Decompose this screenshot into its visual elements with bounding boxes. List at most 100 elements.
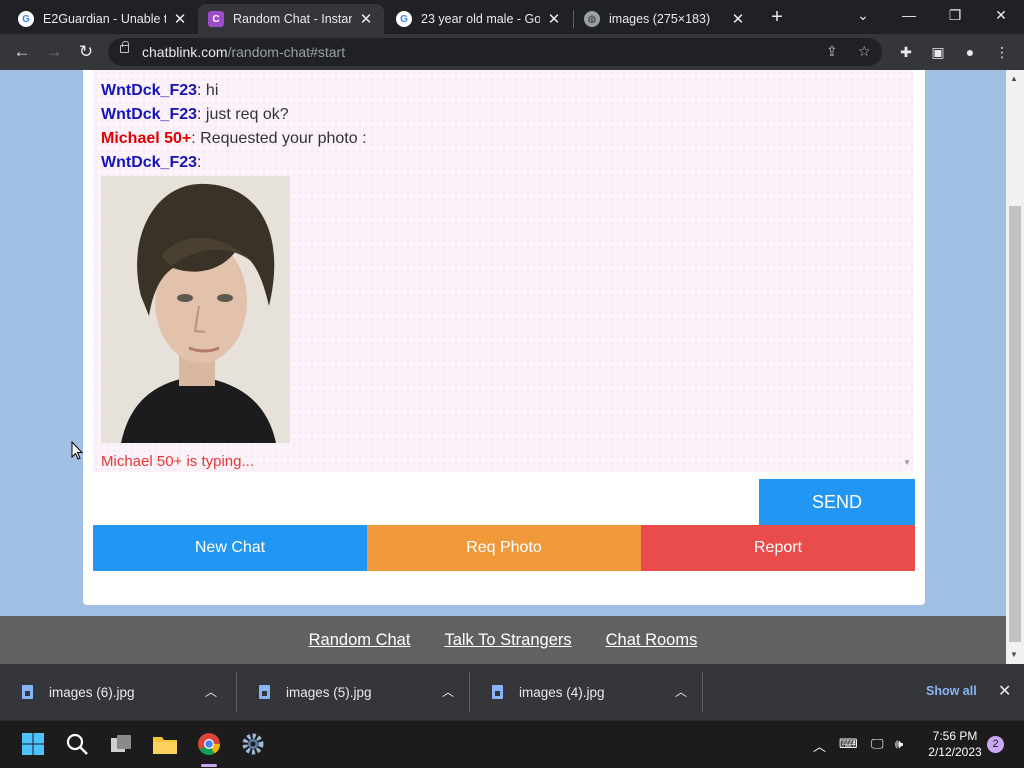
download-filename: images (5).jpg [286,684,372,700]
download-filename: images (4).jpg [519,684,605,700]
footer-link-talk-to-strangers[interactable]: Talk To Strangers [444,631,571,650]
new-tab-button[interactable]: + [766,6,788,28]
close-icon[interactable]: ✕ [172,10,188,28]
chevron-up-icon[interactable]: ︿ [205,683,217,700]
chat-message: Michael 50+: Requested your photo : [101,130,367,148]
task-view-icon[interactable] [105,728,137,760]
mouse-cursor-icon [71,441,83,460]
page-viewport: WntDck_F23: hi WntDck_F23: just req ok? … [0,70,1024,664]
scrollbar-thumb[interactable] [1009,206,1021,642]
message-text: : Requested your photo : [191,130,367,147]
image-file-icon [259,685,270,699]
tab-title: 23 year old male - Goo [421,12,540,26]
tab-title: E2Guardian - Unable to [43,12,166,26]
keyboard-icon[interactable]: ⌨ [839,736,858,752]
lock-icon [120,41,129,53]
notification-badge[interactable]: 2 [987,736,1004,753]
chat-scroll-down-icon[interactable]: ▼ [903,458,911,467]
show-all-downloads-link[interactable]: Show all [926,684,977,698]
clock-date: 2/12/2023 [928,745,982,759]
report-button[interactable]: Report [641,525,915,571]
volume-icon[interactable]: 🕪 [895,736,903,752]
globe-icon: ◍ [584,11,600,27]
search-icon[interactable] [61,728,93,760]
active-app-indicator [201,764,217,767]
footer-link-random-chat[interactable]: Random Chat [309,631,411,650]
download-item[interactable]: images (4).jpg ︿ [470,664,703,720]
tab-title: images (275×183) [609,12,711,26]
back-button[interactable]: ← [10,40,34,64]
image-file-icon [22,685,33,699]
footer-link-chat-rooms[interactable]: Chat Rooms [606,631,698,650]
scroll-down-icon[interactable]: ▼ [1010,650,1018,659]
message-nick[interactable]: WntDck_F23 [101,154,197,171]
chevron-up-icon[interactable]: ︿ [813,736,826,755]
close-window-button[interactable]: ✕ [978,0,1024,30]
system-clock[interactable]: 7:56 PM 2/12/2023 [924,728,986,760]
clock-time: 7:56 PM [932,729,978,743]
url-text: chatblink.com/random-chat#start [142,44,345,60]
chrome-icon[interactable] [193,728,225,760]
site-footer: Random Chat Talk To Strangers Chat Rooms [0,616,1006,664]
message-nick[interactable]: WntDck_F23 [101,82,197,99]
forward-button[interactable]: → [42,40,66,64]
message-text: : just req ok? [197,106,289,123]
download-item[interactable]: images (5).jpg ︿ [237,664,470,720]
windows-taskbar: ︿ ⌨ 🖵 🕪 7:56 PM 2/12/2023 2 [0,720,1024,768]
reload-button[interactable]: ↻ [74,40,98,64]
close-icon[interactable]: ✕ [730,10,746,28]
file-explorer-icon[interactable] [149,728,181,760]
chevron-up-icon[interactable]: ︿ [442,683,454,700]
chatblink-icon: C [208,11,224,27]
tab-random-chat[interactable]: C Random Chat - Instant ✕ [198,4,384,34]
address-bar[interactable]: chatblink.com/random-chat#start ⇪ ☆ [108,38,882,66]
chat-log[interactable]: WntDck_F23: hi WntDck_F23: just req ok? … [93,70,913,472]
browser-toolbar: ← → ↻ chatblink.com/random-chat#start ⇪ … [0,34,1024,70]
network-icon[interactable]: 🖵 [871,736,884,752]
menu-icon[interactable]: ⋮ [993,43,1011,61]
download-filename: images (6).jpg [49,684,135,700]
tab-e2guardian[interactable]: G E2Guardian - Unable to ✕ [8,4,198,34]
page-scrollbar[interactable]: ▲ ▼ [1006,70,1024,664]
message-input[interactable] [93,479,759,525]
chat-message: WntDck_F23: just req ok? [101,106,289,124]
req-photo-button[interactable]: Req Photo [367,525,641,571]
tab-images[interactable]: ◍ images (275×183) ✕ [574,4,756,34]
side-panel-icon[interactable]: ▣ [929,43,947,61]
extensions-icon[interactable]: ✚ [897,43,915,61]
chevron-up-icon[interactable]: ︿ [675,683,687,700]
image-file-icon [492,685,503,699]
profile-icon[interactable]: ● [961,43,979,61]
url-path: /random-chat#start [227,44,346,60]
close-download-shelf-icon[interactable]: ✕ [998,681,1011,701]
google-icon: G [18,11,34,27]
chat-message: WntDck_F23: hi [101,82,218,100]
scroll-up-icon[interactable]: ▲ [1010,74,1018,83]
send-button[interactable]: SEND [759,479,915,525]
download-item[interactable]: images (6).jpg ︿ [0,664,233,720]
tab-google-search[interactable]: G 23 year old male - Goo ✕ [386,4,572,34]
tab-search-button[interactable]: ⌄ [840,0,886,30]
message-nick[interactable]: Michael 50+ [101,130,191,147]
new-chat-button[interactable]: New Chat [93,525,367,571]
restore-button[interactable]: ❐ [932,0,978,30]
google-icon: G [396,11,412,27]
shared-photo[interactable] [101,176,290,443]
url-domain: chatblink.com [142,44,228,60]
message-nick[interactable]: WntDck_F23 [101,106,197,123]
close-icon[interactable]: ✕ [546,10,562,28]
divider [702,672,703,712]
message-text: : hi [197,82,219,99]
chat-card: WntDck_F23: hi WntDck_F23: just req ok? … [83,70,925,605]
tab-strip: G E2Guardian - Unable to ✕ C Random Chat… [0,0,1024,34]
start-windows-icon[interactable] [17,728,49,760]
share-icon[interactable]: ⇪ [826,43,838,60]
chat-message: WntDck_F23: [101,154,201,172]
bookmark-star-icon[interactable]: ☆ [858,43,871,60]
chat-actions: New Chat Req Photo Report [93,525,915,571]
minimize-button[interactable]: — [886,0,932,30]
settings-gear-icon[interactable] [237,728,269,760]
close-icon[interactable]: ✕ [358,10,374,28]
typing-indicator: Michael 50+ is typing... [101,453,254,470]
tab-title: Random Chat - Instant [233,12,352,26]
